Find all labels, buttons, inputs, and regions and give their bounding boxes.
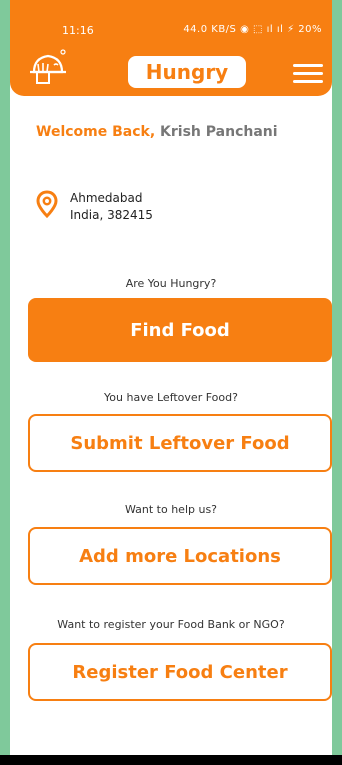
- hamburger-menu-icon[interactable]: [293, 62, 323, 86]
- app-title: Hungry: [128, 56, 246, 88]
- location-city: Ahmedabad: [70, 191, 143, 205]
- welcome-message: Welcome Back, Krish Panchani: [36, 124, 278, 140]
- app-screen: 11:16 44.0 KB/S ◉ ⬚ ıl ıl ⚡ 20% Hungry W…: [10, 0, 332, 765]
- leftover-prompt: You have Leftover Food?: [104, 391, 238, 404]
- submit-leftover-food-button[interactable]: Submit Leftover Food: [28, 414, 332, 472]
- register-food-center-button[interactable]: Register Food Center: [28, 643, 332, 701]
- status-icons: 44.0 KB/S ◉ ⬚ ıl ıl ⚡ 20%: [183, 24, 322, 35]
- location-country-pin: India, 382415: [70, 208, 153, 222]
- hungry-prompt: Are You Hungry?: [125, 277, 217, 290]
- food-bowl-logo-icon: [30, 49, 66, 84]
- add-more-locations-button[interactable]: Add more Locations: [28, 527, 332, 585]
- app-header: 11:16 44.0 KB/S ◉ ⬚ ıl ıl ⚡ 20% Hungry: [10, 0, 332, 96]
- system-navigation-bar: [0, 755, 342, 765]
- help-prompt: Want to help us?: [124, 503, 218, 516]
- location-pin-icon: [36, 190, 58, 218]
- register-prompt: Want to register your Food Bank or NGO?: [57, 618, 285, 631]
- status-time: 11:16: [62, 24, 94, 37]
- welcome-prefix: Welcome Back,: [36, 124, 156, 140]
- find-food-button[interactable]: Find Food: [28, 298, 332, 362]
- current-location: Ahmedabad India, 382415: [36, 190, 153, 224]
- user-name: Krish Panchani: [155, 124, 278, 140]
